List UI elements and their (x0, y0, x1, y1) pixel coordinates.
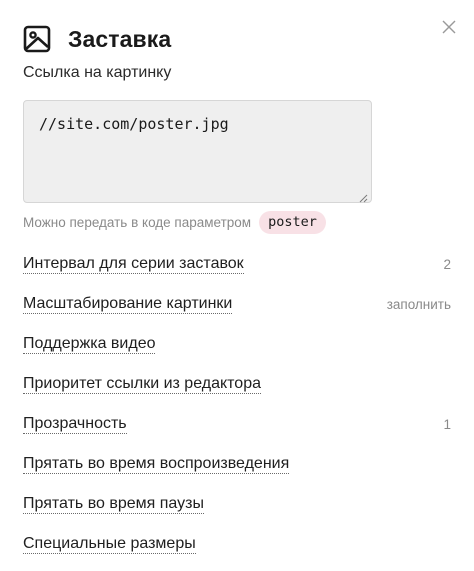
settings-list: Интервал для серии заставок 2 Масштабиро… (23, 244, 453, 564)
setting-value: заполнить (386, 296, 451, 312)
panel-header: Заставка (23, 22, 171, 56)
setting-label[interactable]: Специальные размеры (23, 534, 196, 554)
param-badge: poster (259, 210, 326, 234)
setting-hide-on-pause[interactable]: Прятать во время паузы (23, 484, 453, 524)
setting-value: 2 (443, 256, 451, 272)
setting-value: 1 (443, 416, 451, 432)
setting-custom-sizes[interactable]: Специальные размеры (23, 524, 453, 564)
setting-label[interactable]: Масштабирование картинки (23, 294, 233, 314)
image-icon (23, 25, 51, 53)
setting-label[interactable]: Прятать во время воспроизведения (23, 454, 290, 474)
poster-url-textarea[interactable]: //site.com/poster.jpg (23, 100, 372, 203)
setting-poster-interval[interactable]: Интервал для серии заставок 2 (23, 244, 453, 284)
poster-hint: Можно передать в коде параметром poster (23, 210, 326, 234)
poster-url-label: Ссылка на картинку (23, 64, 172, 81)
hint-text: Можно передать в коде параметром (23, 214, 252, 230)
resize-handle-icon[interactable] (359, 190, 368, 203)
setting-editor-link-priority[interactable]: Приоритет ссылки из редактора (23, 364, 453, 404)
poster-url-value[interactable]: //site.com/poster.jpg (39, 115, 229, 133)
setting-label[interactable]: Поддержка видео (23, 334, 156, 354)
setting-hide-on-play[interactable]: Прятать во время воспроизведения (23, 444, 453, 484)
setting-label[interactable]: Прятать во время паузы (23, 494, 204, 514)
setting-label[interactable]: Приоритет ссылки из редактора (23, 374, 261, 394)
setting-label[interactable]: Прозрачность (23, 414, 127, 434)
setting-video-support[interactable]: Поддержка видео (23, 324, 453, 364)
poster-settings-panel: Заставка Ссылка на картинку //site.com/p… (0, 0, 474, 571)
setting-image-scaling[interactable]: Масштабирование картинки заполнить (23, 284, 453, 324)
setting-opacity[interactable]: Прозрачность 1 (23, 404, 453, 444)
setting-label[interactable]: Интервал для серии заставок (23, 254, 244, 274)
close-icon[interactable] (441, 19, 457, 35)
panel-title: Заставка (68, 25, 172, 52)
